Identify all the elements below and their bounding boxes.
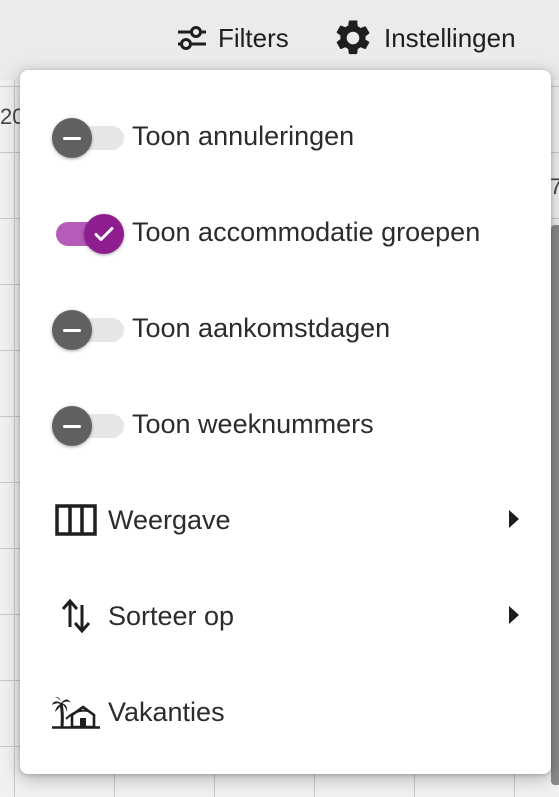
menu-item-label: Vakanties	[108, 696, 225, 727]
calendar-fragment-right: 7	[550, 174, 559, 199]
filters-label: Filters	[218, 22, 289, 53]
settings-button[interactable]: Instellingen	[332, 14, 516, 62]
toggle-off-knob	[52, 406, 92, 446]
columns-icon	[52, 500, 100, 540]
toggle-off-knob	[52, 310, 92, 350]
toggle-switch[interactable]	[52, 404, 124, 446]
menu-item-holidays[interactable]: Vakanties	[20, 664, 551, 760]
toggle-switch[interactable]	[52, 308, 124, 350]
check-icon	[84, 214, 124, 254]
toggle-label: Toon accommodatie groepen	[132, 216, 481, 247]
toggle-switch[interactable]	[52, 116, 124, 158]
top-toolbar: Filters Instellingen	[0, 0, 559, 78]
toggle-off-knob	[52, 118, 92, 158]
toggle-label: Toon aankomstdagen	[132, 312, 391, 343]
submenu-arrow-icon	[509, 606, 519, 624]
menu-item-view[interactable]: Weergave	[20, 472, 551, 568]
toggle-show-week-numbers[interactable]: Toon weeknummers	[20, 376, 551, 472]
filters-icon	[178, 26, 206, 50]
filters-button[interactable]: Filters	[176, 14, 289, 62]
toggle-show-arrival-days[interactable]: Toon aankomstdagen	[20, 280, 551, 376]
toggle-show-accommodation-groups[interactable]: Toon accommodatie groepen	[20, 184, 551, 280]
menu-item-label: Sorteer op	[108, 600, 235, 631]
settings-label: Instellingen	[384, 22, 516, 53]
toggle-switch[interactable]	[52, 212, 124, 254]
submenu-arrow-icon	[509, 510, 519, 528]
gear-icon	[336, 20, 370, 55]
sort-icon	[52, 596, 100, 636]
toggle-label: Toon annuleringen	[132, 120, 355, 151]
toggle-label: Toon weeknummers	[132, 408, 374, 439]
scrollbar[interactable]	[551, 225, 559, 785]
holiday-icon	[52, 692, 100, 732]
settings-menu: Toon annuleringen Toon accommodatie groe…	[20, 70, 551, 774]
menu-item-sort-by[interactable]: Sorteer op	[20, 568, 551, 664]
menu-item-label: Weergave	[108, 504, 231, 535]
toggle-show-cancellations[interactable]: Toon annuleringen	[20, 88, 551, 184]
